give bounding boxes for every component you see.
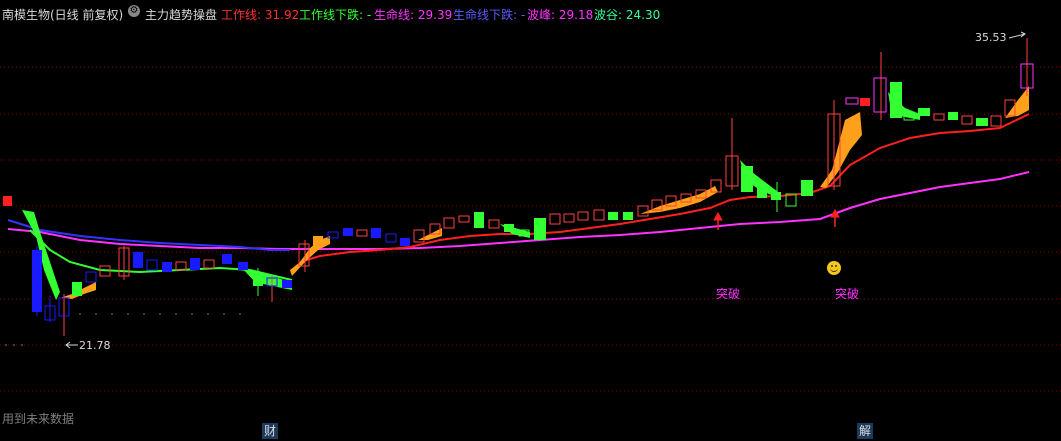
- candle: [146, 259, 158, 271]
- candle: [504, 224, 514, 232]
- candle: [563, 213, 575, 223]
- candle: [757, 184, 767, 198]
- candle: [771, 192, 781, 200]
- candle: [637, 205, 649, 217]
- high-price-label: 35.53: [975, 31, 1007, 44]
- candle: [801, 180, 813, 196]
- candle: [474, 212, 484, 228]
- candle: [623, 212, 633, 220]
- candle: [343, 228, 353, 236]
- candle: [577, 211, 589, 221]
- candle: [356, 229, 368, 237]
- candle: [85, 271, 97, 283]
- future-data-note: 用到未来数据: [2, 412, 75, 426]
- candle: [933, 113, 945, 121]
- candle: [488, 219, 500, 229]
- candle: [385, 233, 397, 243]
- candle: [413, 229, 425, 243]
- candle: [918, 108, 930, 116]
- candle: [860, 98, 870, 106]
- candle: [741, 166, 753, 192]
- candle: [443, 217, 455, 229]
- unlock-tag[interactable]: 解: [857, 423, 873, 439]
- candle: [873, 77, 887, 113]
- low-price-label: 21.78: [79, 339, 111, 352]
- candle: [458, 215, 470, 223]
- smiley-icon[interactable]: [827, 261, 841, 275]
- up-fill-areas: [60, 86, 1029, 299]
- candle: [222, 254, 232, 264]
- candle: [238, 262, 248, 270]
- candle: [549, 213, 561, 225]
- candle: [845, 97, 859, 105]
- candle: [32, 250, 42, 312]
- candle: [961, 115, 973, 125]
- candle: [253, 272, 263, 286]
- candle: [400, 238, 410, 246]
- candle: [990, 115, 1002, 127]
- breakout-label: 突破: [716, 287, 741, 301]
- finance-tag[interactable]: 财: [262, 423, 278, 439]
- breakout-label: 突破: [835, 287, 860, 301]
- candle: [3, 196, 12, 206]
- candle: [608, 212, 618, 220]
- candle: [890, 82, 902, 118]
- candle: [72, 282, 82, 296]
- candle: [162, 262, 172, 272]
- candle: [534, 218, 546, 240]
- candle: [948, 112, 958, 120]
- kline-chart[interactable]: [0, 0, 1061, 441]
- candle: [133, 252, 143, 268]
- grid-dots: [5, 313, 241, 346]
- candle: [190, 258, 200, 270]
- candle: [371, 228, 381, 238]
- breakout-arrows: [713, 208, 840, 230]
- candle: [313, 236, 323, 246]
- candle: [593, 209, 605, 221]
- candle: [282, 280, 292, 288]
- candles: [3, 38, 1034, 336]
- candle: [203, 259, 215, 269]
- life-line: [7, 171, 1030, 250]
- candle: [976, 118, 988, 126]
